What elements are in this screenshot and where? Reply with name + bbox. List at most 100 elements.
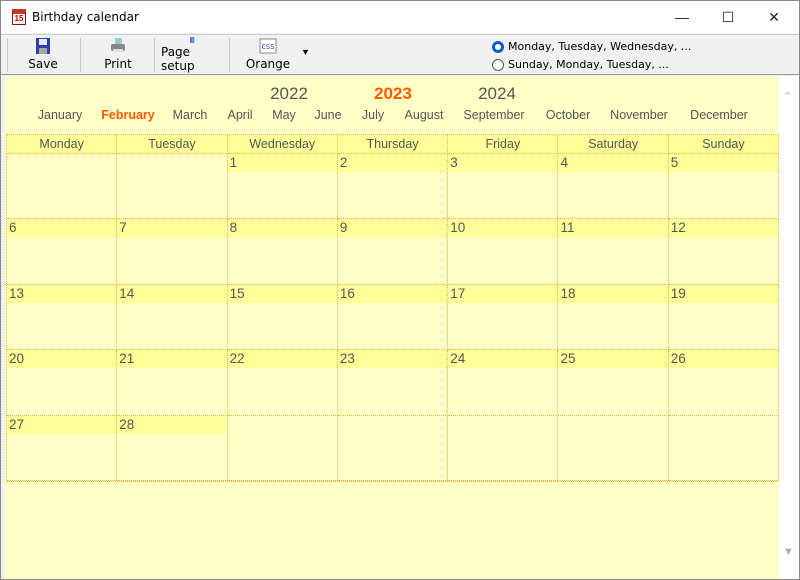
day-cell[interactable]: 8 [227,219,338,285]
month-june[interactable]: June [314,108,341,122]
year-prev[interactable]: 2022 [270,84,308,104]
print-label: Print [104,57,132,71]
empty-cell [668,415,780,481]
empty-cell [227,415,338,481]
day-cell[interactable]: 7 [117,219,228,285]
month-january[interactable]: January [38,108,82,122]
style-dropdown-arrow-icon[interactable]: ▼ [301,47,310,57]
app-window: 15 Birthday calendar — ☐ ✕ Save Print Pa… [0,0,800,580]
weekday-header: Saturday [558,135,669,154]
day-number: 18 [558,284,668,303]
day-cell[interactable]: 26 [668,350,780,416]
month-september[interactable]: September [463,108,524,122]
day-cell[interactable]: 23 [337,350,449,416]
day-cell[interactable]: 28 [117,415,228,481]
month-july[interactable]: July [362,108,384,122]
day-cell[interactable]: 24 [448,350,559,416]
day-cell[interactable]: 27 [7,415,118,481]
day-cell[interactable]: 12 [668,219,780,285]
month-december[interactable]: December [690,108,748,122]
day-number: 3 [448,154,558,172]
print-button[interactable]: Print [100,37,136,73]
month-november[interactable]: November [610,108,668,122]
day-number: 14 [117,284,227,303]
day-cell[interactable]: 16 [337,284,449,351]
month-march[interactable]: March [173,108,208,122]
day-cell[interactable]: 15 [227,284,338,351]
divider [154,38,155,72]
month-april[interactable]: April [227,108,252,122]
day-cell[interactable]: 9 [337,219,449,285]
divider [229,38,230,72]
day-number: 20 [7,350,117,369]
day-cell[interactable]: 19 [668,284,780,351]
empty-cell [448,415,559,481]
day-number: 27 [7,415,117,434]
style-button[interactable]: CSS Orange [245,37,291,73]
month-may[interactable]: May [272,108,296,122]
weekday-header: Friday [448,135,559,154]
day-cell[interactable]: 10 [448,219,559,285]
weekday-header: Thursday [337,135,449,154]
day-number: 21 [117,350,227,369]
radio-label: Monday, Tuesday, Wednesday, ... [508,40,692,53]
page-setup-button[interactable]: Page setup [161,37,223,73]
empty-cell [117,154,228,220]
divider [80,38,81,72]
day-cell[interactable]: 3 [448,154,559,220]
day-cell[interactable]: 6 [7,219,118,285]
day-number: 25 [558,350,668,369]
day-cell[interactable]: 25 [558,350,669,416]
day-cell[interactable]: 17 [448,284,559,351]
day-cell[interactable]: 18 [558,284,669,351]
day-cell[interactable]: 13 [7,284,118,351]
month-october[interactable]: October [546,108,590,122]
day-number: 1 [227,154,337,172]
day-cell[interactable]: 21 [117,350,228,416]
svg-text:CSS: CSS [262,43,275,51]
year-current[interactable]: 2023 [374,84,412,104]
day-cell[interactable]: 14 [117,284,228,351]
divider [7,38,8,72]
day-cell[interactable]: 5 [668,154,780,220]
day-number: 4 [558,154,668,172]
month-august[interactable]: August [405,108,444,122]
floppy-disk-icon [36,38,50,54]
toolbar: Save Print Page setup CSS Orange ▼ Monda… [1,34,799,75]
weekday-header: Wednesday [227,135,338,154]
weekday-header: Tuesday [117,135,228,154]
day-cell[interactable]: 2 [337,154,449,220]
radio-checked-icon [492,40,504,53]
day-number: 6 [7,219,117,238]
day-number: 2 [337,154,448,172]
day-cell[interactable]: 22 [227,350,338,416]
day-cell[interactable]: 4 [558,154,669,220]
day-number: 26 [668,350,779,369]
minimize-button[interactable]: — [659,1,705,33]
empty-cell [7,154,118,220]
save-label: Save [28,57,58,71]
scroll-down-icon[interactable]: ▼ [783,546,794,558]
day-number: 22 [227,350,337,369]
day-cell[interactable]: 11 [558,219,669,285]
year-next[interactable]: 2024 [478,84,516,104]
day-cell[interactable]: 20 [7,350,118,416]
radio-monday-first[interactable]: Monday, Tuesday, Wednesday, ... [492,40,691,53]
radio-unchecked-icon [492,58,504,71]
window-title: Birthday calendar [32,10,139,24]
radio-sunday-first[interactable]: Sunday, Monday, Tuesday, ... [492,58,669,71]
vertical-scrollbar[interactable]: ⌃ ▼ [779,76,799,579]
day-number: 15 [227,284,337,303]
month-february[interactable]: February [101,108,155,122]
empty-cell [558,415,669,481]
day-cell[interactable]: 1 [227,154,338,220]
day-number: 12 [668,219,779,238]
scroll-up-icon[interactable]: ⌃ [783,90,792,103]
close-button[interactable]: ✕ [751,1,797,33]
radio-label: Sunday, Monday, Tuesday, ... [508,58,669,71]
save-button[interactable]: Save [25,37,61,73]
css-icon: CSS [259,38,277,54]
maximize-button[interactable]: ☐ [705,1,751,33]
day-number: 28 [117,415,227,434]
day-number: 13 [7,284,117,303]
